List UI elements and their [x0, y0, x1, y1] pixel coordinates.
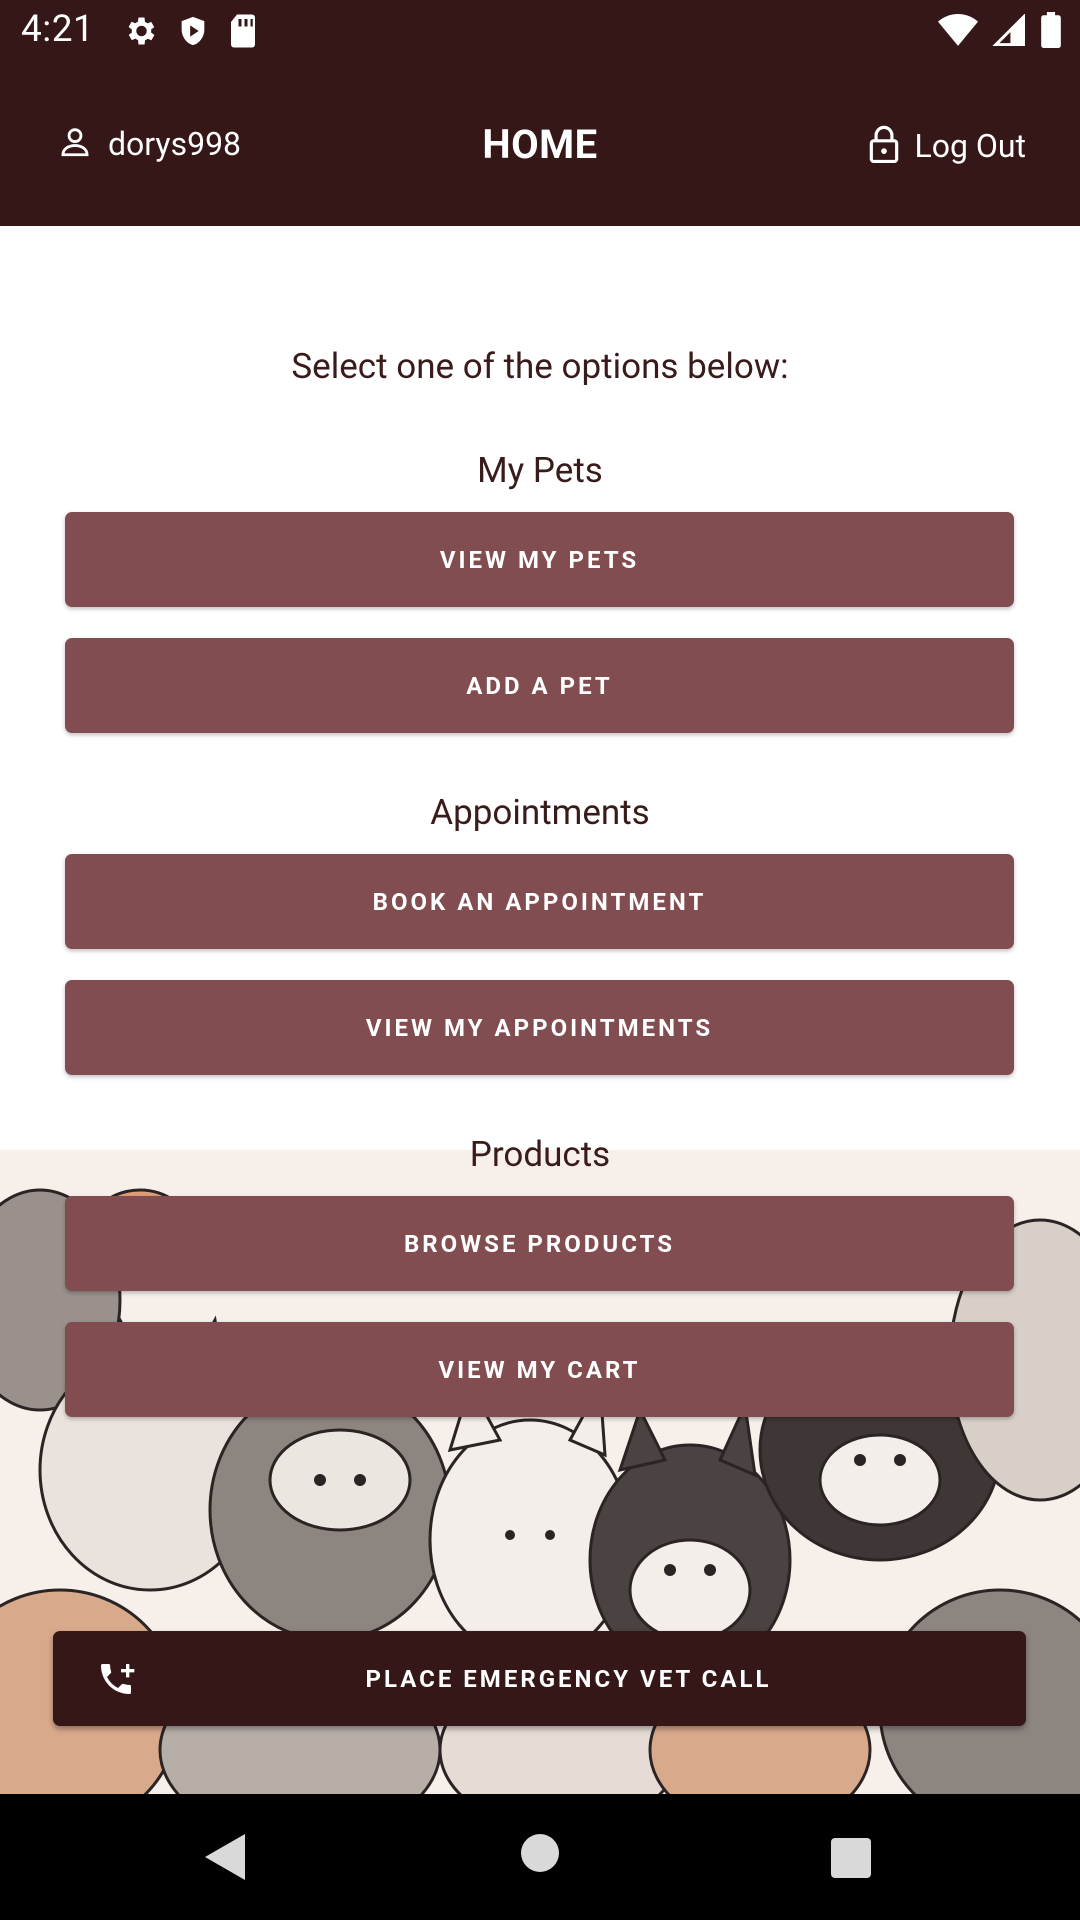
view-my-cart-button[interactable]: VIEW MY CART — [65, 1322, 1014, 1417]
battery-icon — [1040, 12, 1062, 52]
emergency-vet-call-label: PLACE EMERGENCY VET CALL — [365, 1664, 772, 1693]
shield-icon — [176, 13, 210, 53]
lock-icon — [868, 125, 900, 167]
instruction-text: Select one of the options below: — [291, 346, 789, 387]
status-bar: 4:21 — [0, 0, 1080, 63]
browse-products-button[interactable]: BROWSE PRODUCTS — [65, 1196, 1014, 1291]
app-bar: dorys998 HOME Log Out — [0, 63, 1080, 226]
add-a-pet-button[interactable]: ADD A PET — [65, 638, 1014, 733]
logout-label: Log Out — [914, 127, 1026, 165]
home-icon[interactable] — [521, 1834, 559, 1876]
status-icons-right — [938, 12, 1062, 52]
view-my-appointments-button[interactable]: VIEW MY APPOINTMENTS — [65, 980, 1014, 1075]
emergency-vet-call-button[interactable]: PLACE EMERGENCY VET CALL — [53, 1631, 1026, 1726]
book-appointment-button[interactable]: BOOK AN APPOINTMENT — [65, 854, 1014, 949]
back-icon[interactable] — [205, 1834, 245, 1884]
section-title-my-pets: My Pets — [477, 450, 603, 491]
recents-icon[interactable] — [831, 1838, 871, 1882]
wifi-icon — [938, 14, 978, 50]
system-nav-bar — [0, 1794, 1080, 1920]
logout-button[interactable]: Log Out — [868, 125, 1026, 167]
cell-signal-icon — [992, 13, 1026, 50]
section-title-appointments: Appointments — [430, 792, 650, 833]
view-my-pets-button[interactable]: VIEW MY PETS — [65, 512, 1014, 607]
settings-icon — [122, 13, 158, 53]
status-time: 4:21 — [21, 8, 95, 51]
status-icons-left — [122, 13, 258, 53]
section-title-products: Products — [469, 1134, 611, 1175]
sd-card-icon — [228, 13, 258, 53]
